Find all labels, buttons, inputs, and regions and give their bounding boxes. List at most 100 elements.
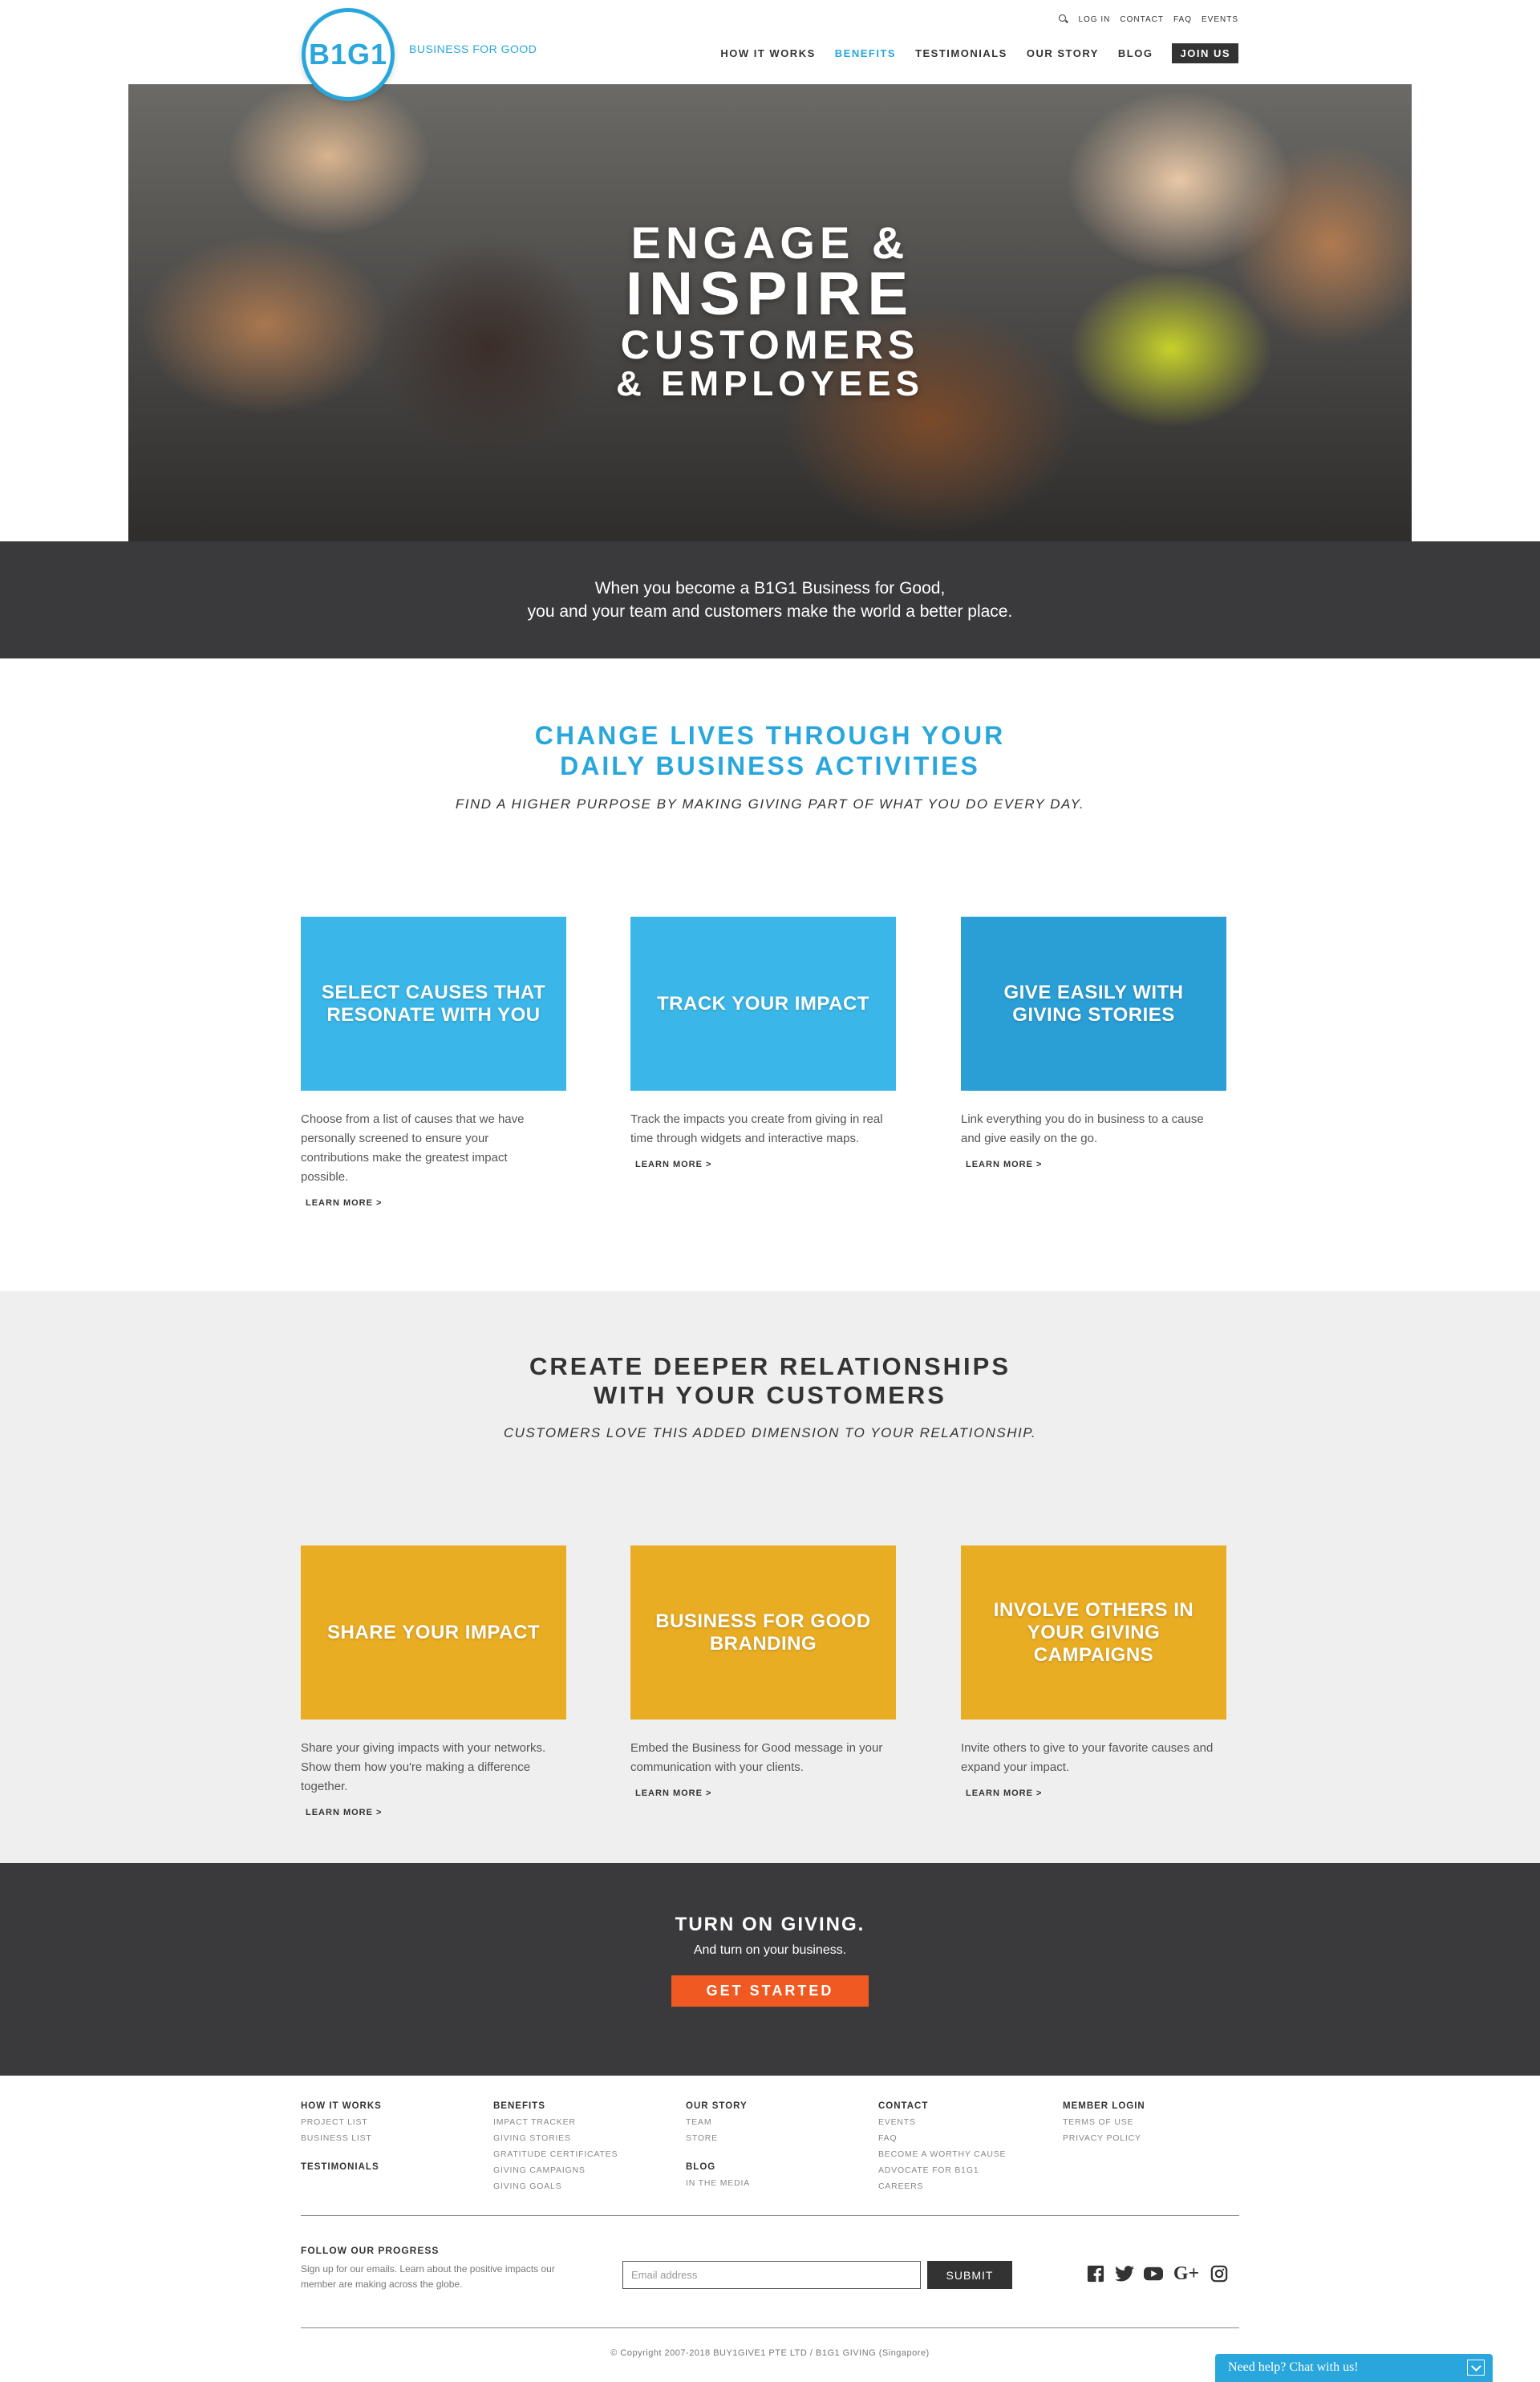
learn-more-link[interactable]: LEARN MORE > xyxy=(966,1789,1226,1798)
section2-heading: CREATE DEEPER RELATIONSHIPS WITH YOUR CU… xyxy=(0,1352,1540,1410)
card-text: Invite others to give to your favorite c… xyxy=(961,1741,1214,1774)
card-text: Track the impacts you create from giving… xyxy=(630,1112,883,1145)
footer-heading[interactable]: BLOG xyxy=(686,2159,750,2175)
intro-line-2: you and your team and customers make the… xyxy=(527,602,1013,621)
nav-our-story[interactable]: OUR STORY xyxy=(1027,47,1099,59)
footer-link[interactable]: GRATITUDE CERTIFICATES xyxy=(493,2146,618,2162)
card-giving-campaigns: INVOLVE OTHERS IN YOUR GIVING CAMPAIGNS … xyxy=(961,1545,1226,1798)
card-image[interactable]: BUSINESS FOR GOOD BRANDING xyxy=(630,1545,896,1720)
card-giving-stories: GIVE EASILY WITH GIVING STORIES Link eve… xyxy=(961,917,1226,1169)
search-icon[interactable] xyxy=(1059,14,1068,24)
learn-more-link[interactable]: LEARN MORE > xyxy=(966,1160,1226,1169)
chat-label: Need help? Chat with us! xyxy=(1228,2360,1359,2374)
footer-col-benefits: BENEFITS IMPACT TRACKER GIVING STORIES G… xyxy=(493,2098,618,2194)
youtube-icon[interactable] xyxy=(1144,2264,1163,2283)
util-nav-faq[interactable]: FAQ xyxy=(1173,15,1192,24)
footer-link[interactable]: GIVING CAMPAIGNS xyxy=(493,2162,618,2178)
footer-link[interactable]: ADVOCATE FOR B1G1 xyxy=(878,2162,1006,2178)
footer-link[interactable]: PROJECT LIST xyxy=(301,2114,382,2130)
instagram-icon[interactable] xyxy=(1210,2264,1229,2283)
footer-link[interactable]: CAREERS xyxy=(878,2178,1006,2194)
submit-button[interactable]: SUBMIT xyxy=(927,2261,1012,2289)
footer-link[interactable]: EVENTS xyxy=(878,2114,1006,2130)
footer-link[interactable]: TERMS OF USE xyxy=(1063,2114,1145,2130)
card-track-impact: TRACK YOUR IMPACT Track the impacts you … xyxy=(630,917,896,1169)
facebook-icon[interactable] xyxy=(1086,2264,1105,2283)
join-us-button[interactable]: JOIN US xyxy=(1172,43,1238,63)
social-links: G+ xyxy=(1086,2263,1229,2284)
footer-link[interactable]: IN THE MEDIA xyxy=(686,2175,750,2191)
section1-subheading: FIND A HIGHER PURPOSE BY MAKING GIVING P… xyxy=(455,796,1085,812)
footer-link[interactable]: GIVING GOALS xyxy=(493,2178,618,2194)
twitter-icon[interactable] xyxy=(1115,2264,1134,2283)
footer-link[interactable]: STORE xyxy=(686,2130,750,2146)
learn-more-link[interactable]: LEARN MORE > xyxy=(635,1789,896,1798)
learn-more-link[interactable]: LEARN MORE > xyxy=(306,1198,566,1208)
email-input[interactable] xyxy=(622,2261,921,2289)
card-text: Embed the Business for Good message in y… xyxy=(630,1741,883,1774)
utility-nav: LOG IN CONTACT FAQ EVENTS xyxy=(1059,14,1238,24)
card-text: Link everything you do in business to a … xyxy=(961,1112,1204,1145)
nav-testimonials[interactable]: TESTIMONIALS xyxy=(915,47,1007,59)
footer-link[interactable]: TEAM xyxy=(686,2114,750,2130)
footer-heading[interactable]: CONTACT xyxy=(878,2098,1006,2114)
footer-col-contact: CONTACT EVENTS FAQ BECOME A WORTHY CAUSE… xyxy=(878,2098,1006,2194)
hero-line-1: ENGAGE & xyxy=(630,217,910,268)
card-image[interactable]: SHARE YOUR IMPACT xyxy=(301,1545,566,1720)
footer-col-how-it-works: HOW IT WORKS PROJECT LIST BUSINESS LIST … xyxy=(301,2098,382,2175)
nav-benefits[interactable]: BENEFITS xyxy=(835,47,896,59)
nav-blog[interactable]: BLOG xyxy=(1118,47,1153,59)
footer-heading[interactable]: OUR STORY xyxy=(686,2098,750,2114)
google-plus-icon[interactable]: G+ xyxy=(1173,2263,1200,2284)
footer-col-our-story: OUR STORY TEAM STORE BLOG IN THE MEDIA xyxy=(686,2098,750,2191)
card-image[interactable]: SELECT CAUSES THAT RESONATE WITH YOU xyxy=(301,917,566,1091)
footer-link[interactable]: BUSINESS LIST xyxy=(301,2130,382,2146)
section2-heading-line-1: CREATE DEEPER RELATIONSHIPS xyxy=(529,1352,1011,1380)
card-text: Share your giving impacts with your netw… xyxy=(301,1741,546,1793)
hero-line-4: & EMPLOYEES xyxy=(616,364,924,403)
logo-tagline[interactable]: BUSINESS FOR GOOD xyxy=(409,43,537,55)
footer-heading[interactable]: BENEFITS xyxy=(493,2098,618,2114)
section2-heading-line-2: WITH YOUR CUSTOMERS xyxy=(594,1381,946,1409)
intro-line-1: When you become a B1G1 Business for Good… xyxy=(594,579,946,598)
util-nav-contact[interactable]: CONTACT xyxy=(1120,15,1164,24)
footer-link[interactable]: PRIVACY POLICY xyxy=(1063,2130,1145,2146)
hero-title: ENGAGE & INSPIRE CUSTOMERS & EMPLOYEES xyxy=(128,221,1412,402)
card-image[interactable]: TRACK YOUR IMPACT xyxy=(630,917,896,1091)
util-nav-events[interactable]: EVENTS xyxy=(1202,15,1238,24)
intro-band: When you become a B1G1 Business for Good… xyxy=(0,541,1540,658)
section1-heading-line-1: CHANGE LIVES THROUGH YOUR xyxy=(534,721,1006,750)
card-text: Choose from a list of causes that we hav… xyxy=(301,1112,525,1184)
follow-text: Sign up for our emails. Learn about the … xyxy=(301,2263,555,2290)
logo-text: B1G1 xyxy=(308,38,388,71)
footer-link[interactable]: BECOME A WORTHY CAUSE xyxy=(878,2146,1006,2162)
learn-more-link[interactable]: LEARN MORE > xyxy=(635,1160,896,1169)
footer-heading[interactable]: TESTIMONIALS xyxy=(301,2159,382,2175)
get-started-button[interactable]: GET STARTED xyxy=(671,1975,869,2007)
hero-banner: ENGAGE & INSPIRE CUSTOMERS & EMPLOYEES xyxy=(128,84,1412,541)
footer-heading[interactable]: HOW IT WORKS xyxy=(301,2098,382,2114)
chat-widget[interactable]: Need help? Chat with us! xyxy=(1215,2354,1493,2382)
util-nav-login[interactable]: LOG IN xyxy=(1078,15,1110,24)
chevron-down-icon[interactable] xyxy=(1467,2360,1485,2376)
follow-title: FOLLOW OUR PROGRESS xyxy=(301,2245,440,2256)
card-branding: BUSINESS FOR GOOD BRANDING Embed the Bus… xyxy=(630,1545,896,1798)
footer-link[interactable]: IMPACT TRACKER xyxy=(493,2114,618,2130)
footer-heading[interactable]: MEMBER LOGIN xyxy=(1063,2098,1145,2114)
card-image[interactable]: GIVE EASILY WITH GIVING STORIES xyxy=(961,917,1226,1091)
b1g1-logo[interactable]: B1G1 xyxy=(302,8,395,101)
section2-subheading: CUSTOMERS LOVE THIS ADDED DIMENSION TO Y… xyxy=(503,1425,1037,1440)
site-header: B1G1 BUSINESS FOR GOOD LOG IN CONTACT FA… xyxy=(0,0,1540,101)
cta-subtitle: And turn on your business. xyxy=(693,1943,847,1957)
cta-title: TURN ON GIVING. xyxy=(675,1914,865,1935)
footer-divider xyxy=(301,2215,1239,2216)
footer-link[interactable]: FAQ xyxy=(878,2130,1006,2146)
learn-more-link[interactable]: LEARN MORE > xyxy=(306,1808,566,1817)
section1-heading-line-2: DAILY BUSINESS ACTIVITIES xyxy=(560,751,980,780)
card-image[interactable]: INVOLVE OTHERS IN YOUR GIVING CAMPAIGNS xyxy=(961,1545,1226,1720)
footer-link[interactable]: GIVING STORIES xyxy=(493,2130,618,2146)
card-share-impact: SHARE YOUR IMPACT Share your giving impa… xyxy=(301,1545,566,1817)
nav-how-it-works[interactable]: HOW IT WORKS xyxy=(720,47,815,59)
section1-heading: CHANGE LIVES THROUGH YOUR DAILY BUSINESS… xyxy=(0,720,1540,781)
hero-line-3: CUSTOMERS xyxy=(620,322,920,367)
